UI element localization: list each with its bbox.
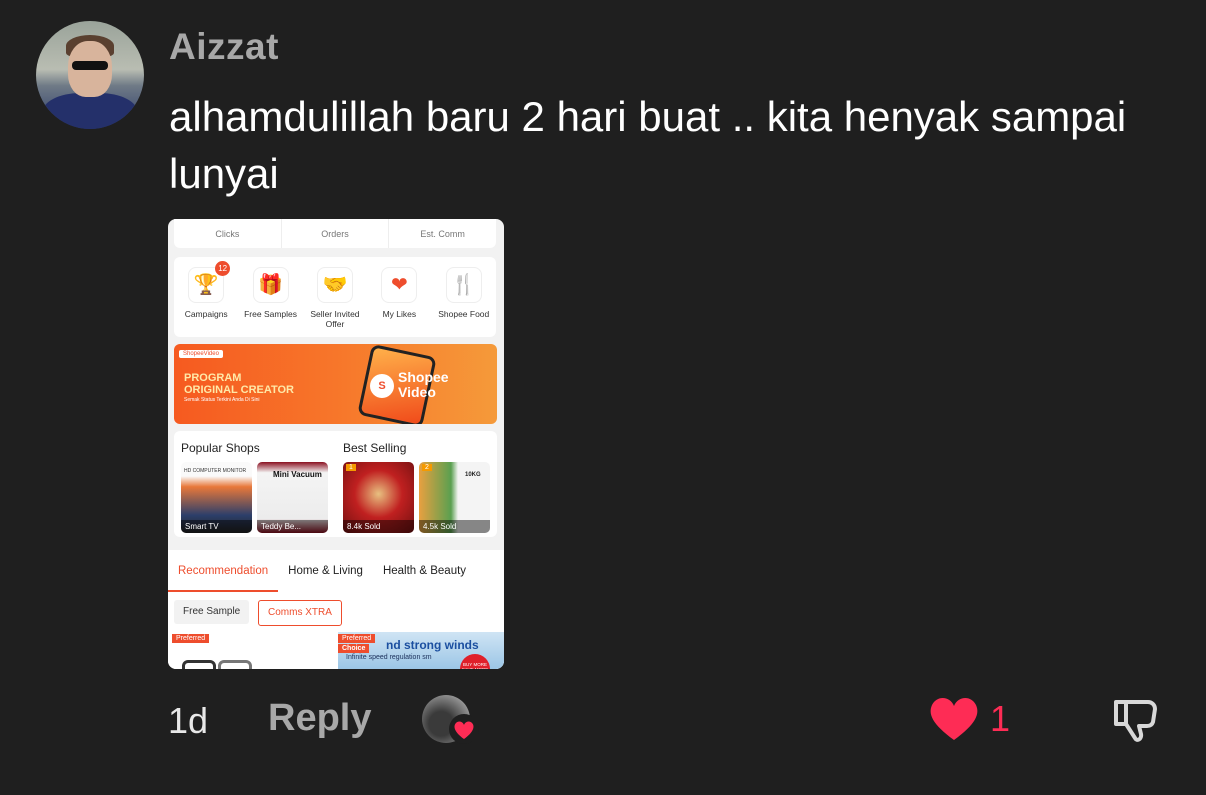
shortcut-seller-offer: 🤝 Seller Invited Offer [305,267,365,337]
tab-home-living[interactable]: Home & Living [278,550,373,592]
stat-clicks: Clicks [174,219,282,248]
stat-orders: Orders [282,219,390,248]
shop-thumb-1: HD COMPUTER MONITOR Smart TV [181,462,252,533]
handshake-icon: 🤝 [316,267,353,303]
shortcut-shopee-food: 🍴 Shopee Food [434,267,494,337]
food-icon: 🍴 [445,267,482,303]
heart-icon: ❤ [381,267,418,303]
chip-free-sample[interactable]: Free Sample [174,600,250,624]
ad-headline: nd strong winds [386,638,479,652]
banner-subtitle: Semak Status Terkini Anda Di Sini [184,397,260,403]
best-selling-title: Best Selling [343,441,407,455]
like-heart-icon[interactable] [928,694,980,742]
shortcut-free-samples: 🎁 Free Samples [241,267,301,337]
product-grid-preview: Preferred Preferred Choice nd strong win… [168,632,504,669]
gift-icon: 🎁 [252,267,289,303]
tab-recommendation[interactable]: Recommendation [168,550,279,592]
banner-title: PROGRAM ORIGINAL CREATOR [184,372,295,396]
tab-health-beauty[interactable]: Health & Beauty [373,550,476,592]
dislike-icon[interactable] [1108,694,1160,746]
play-icon: S [370,374,394,398]
comment-text: alhamdulillah baru 2 hari buat .. kita h… [169,93,1127,197]
chip-comms-xtra[interactable]: Comms XTRA [258,600,342,626]
choice-tag: Choice [338,644,370,653]
best-thumb-2: 2 10KG 4.5k Sold [419,462,490,533]
shops-section: Popular Shops Best Selling HD COMPUTER M… [174,431,497,537]
shortcut-my-likes: ❤ My Likes [369,267,429,337]
stat-est-comm: Est. Comm [420,229,465,239]
like-count: 1 [990,698,1011,739]
comment-time: 1d [168,700,209,741]
preferred-tag-1: Preferred [172,634,210,643]
ad-subline: Infinite speed regulation sm [346,654,432,661]
username[interactable]: Aizzat [169,26,279,68]
shop-thumb-2: Mini Vacuum Teddy Be... [257,462,328,533]
attached-image[interactable]: Clicks Orders Est. Comm 🏆 12 Campaigns 🎁… [168,219,504,669]
banner-brand: Shopee Video [398,369,449,400]
banner-tag: ShopeeVideo [179,350,223,358]
popular-shops-title: Popular Shops [181,441,260,455]
best-thumb-1: 1 8.4k Sold [343,462,414,533]
creator-liked-heart-icon [449,714,479,744]
reply-button[interactable]: Reply [268,697,371,740]
stats-bar: Clicks Orders Est. Comm [174,219,496,248]
category-tabs: Recommendation Home & Living Health & Be… [168,550,504,593]
preferred-tag-2: Preferred [338,634,376,643]
filter-chips: Free Sample Comms XTRA [168,592,504,632]
promo-banner: ShopeeVideo PROGRAM ORIGINAL CREATOR Sem… [174,344,497,424]
shortcut-row: 🏆 12 Campaigns 🎁 Free Samples 🤝 Seller I… [174,257,496,337]
campaign-badge: 12 [215,261,231,276]
avatar[interactable] [36,21,144,129]
shortcut-campaigns: 🏆 12 Campaigns [176,261,236,337]
